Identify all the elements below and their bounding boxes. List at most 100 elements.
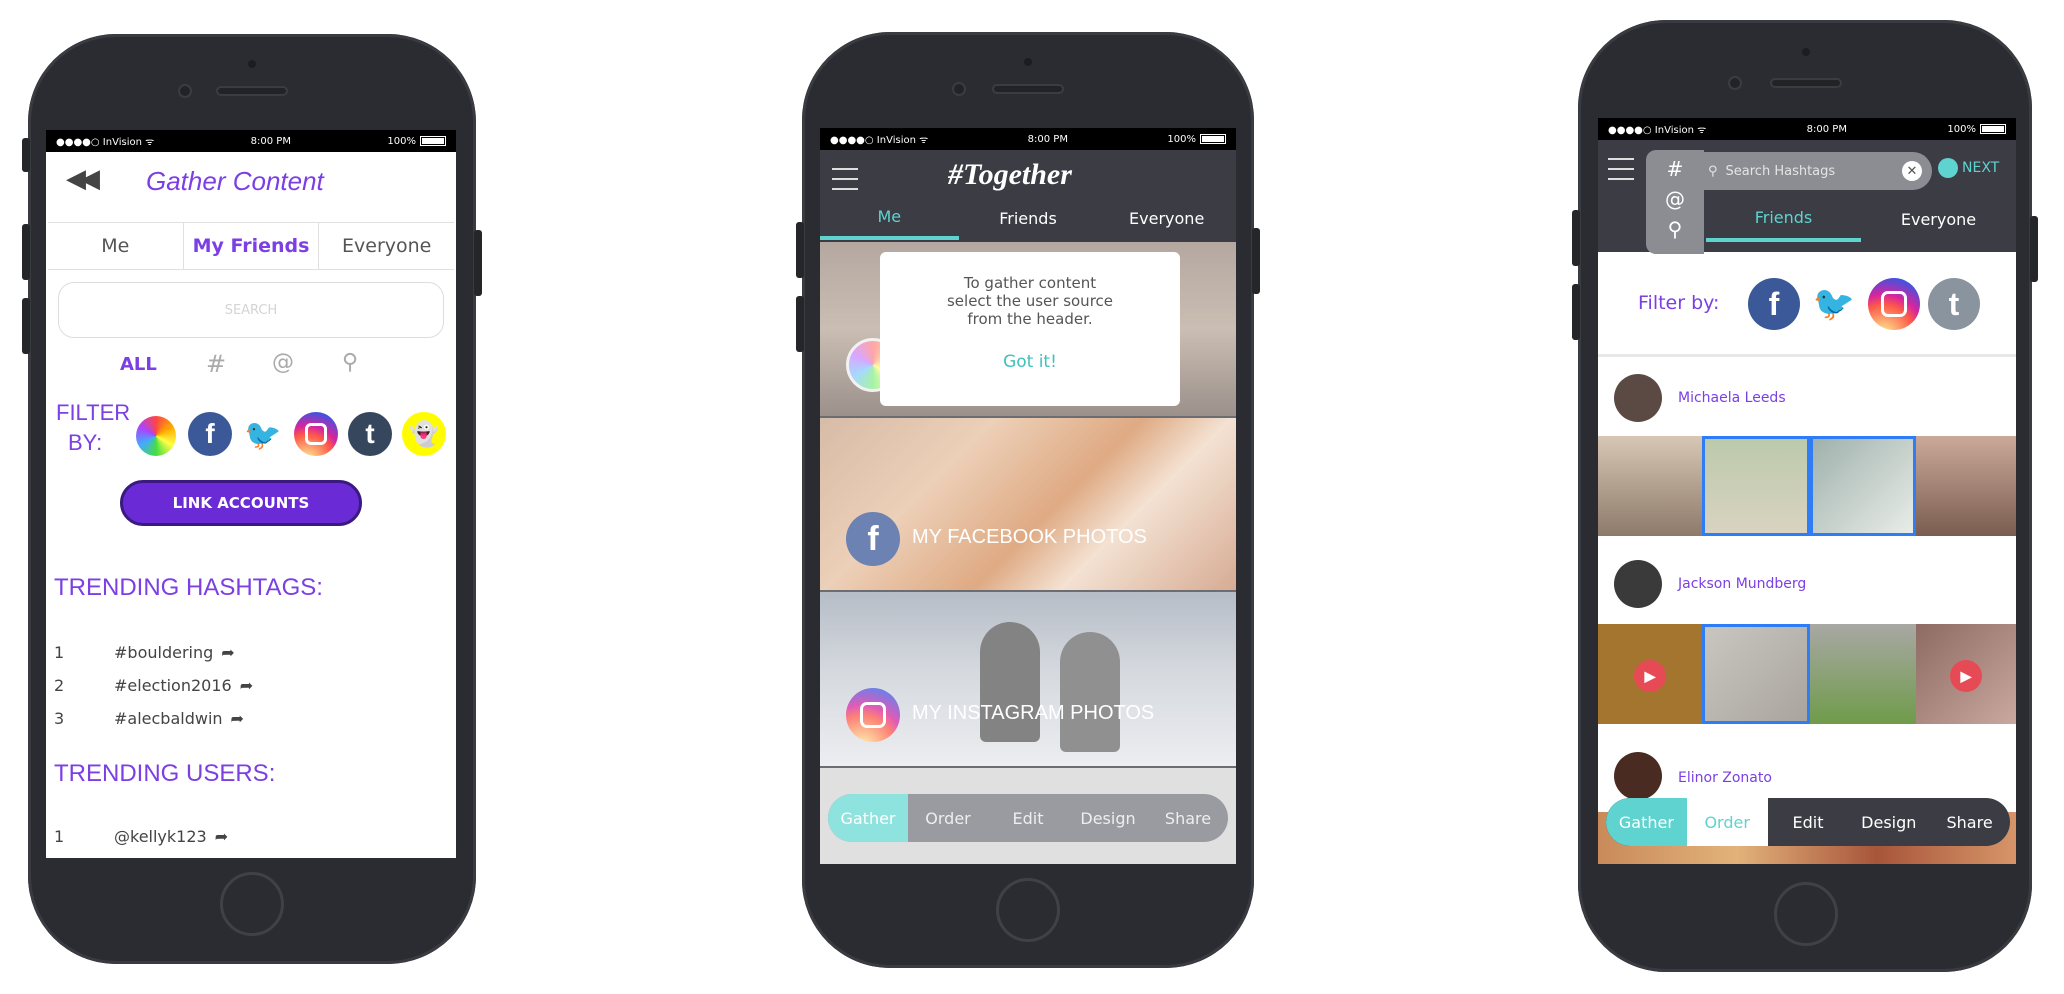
home-button[interactable] (1774, 882, 1838, 946)
battery-indicator: 100% (387, 135, 446, 147)
twitter-icon[interactable]: 🐦 (242, 414, 284, 456)
tumblr-icon[interactable]: t (348, 412, 392, 456)
photos-icon[interactable] (136, 416, 176, 456)
phone-2: ●●●●○ InVision ᯤ 8:00 PM 100% #Together … (796, 32, 1260, 968)
tab-friends[interactable]: Friends (1706, 196, 1861, 242)
step-share[interactable]: Share (1929, 798, 2010, 846)
step-order[interactable]: Order (908, 794, 988, 842)
tab-my-friends[interactable]: My Friends (184, 223, 320, 269)
tab-bar: Me My Friends Everyone (48, 222, 454, 270)
link-accounts-button[interactable]: LINK ACCOUNTS (120, 480, 362, 526)
status-bar: ●●●●○ InVision ᯤ 8:00 PM 100% (820, 128, 1236, 150)
hamburger-menu-icon[interactable] (832, 168, 858, 190)
step-edit[interactable]: Edit (1768, 798, 1849, 846)
rank: 2 (54, 676, 65, 695)
snapchat-icon[interactable]: 👻 (402, 412, 446, 456)
share-icon[interactable]: ➦ (215, 827, 228, 846)
step-share[interactable]: Share (1148, 794, 1228, 842)
instagram-icon[interactable] (1868, 278, 1920, 330)
step-design[interactable]: Design (1068, 794, 1148, 842)
photo-thumb[interactable]: ▶ (1916, 624, 2016, 724)
time-text: 8:00 PM (250, 135, 291, 147)
tab-bar: Friends Everyone (1706, 196, 2016, 242)
friend-name[interactable]: Jackson Mundberg (1678, 576, 1806, 592)
avatar[interactable] (1614, 374, 1662, 422)
hashtag-text: #alecbaldwin (114, 709, 223, 728)
search-input[interactable]: SEARCH (58, 282, 444, 338)
tumblr-icon[interactable]: t (1928, 278, 1980, 330)
got-it-button[interactable]: Got it! (880, 352, 1180, 372)
hashtag-source-icon[interactable]: # (1646, 154, 1704, 184)
tab-friends[interactable]: Friends (959, 196, 1098, 240)
share-icon[interactable]: ➦ (240, 676, 253, 695)
step-order[interactable]: Order (1686, 798, 1768, 846)
location-source-icon[interactable]: ⚲ (1646, 214, 1704, 244)
avatar[interactable] (1614, 560, 1662, 608)
phone-1: ●●●●○ InVision ᯤ 8:00 PM 100% ◀◀ Gather … (22, 34, 482, 964)
back-button[interactable]: ◀◀ (66, 164, 100, 194)
facebook-icon[interactable]: f (188, 412, 232, 456)
carrier-text: ●●●●○ InVision ᯤ (1608, 125, 1707, 136)
step-gather[interactable]: Gather (1606, 798, 1687, 846)
home-button[interactable] (220, 872, 284, 936)
time-text: 8:00 PM (1806, 123, 1847, 135)
play-icon[interactable]: ▶ (1950, 660, 1982, 692)
tab-everyone[interactable]: Everyone (1097, 196, 1236, 240)
filter-mention[interactable]: @ (272, 350, 294, 375)
photo-thumb[interactable] (1598, 436, 1702, 536)
tab-everyone[interactable]: Everyone (319, 223, 454, 269)
source-picker[interactable]: # @ ⚲ (1646, 150, 1704, 254)
clear-icon[interactable]: ✕ (1902, 161, 1922, 181)
photo-thumb[interactable]: ▶ (1598, 624, 1702, 724)
tab-me[interactable]: Me (820, 196, 959, 240)
user-handle: @kellyk123 (114, 827, 207, 846)
front-camera (952, 82, 966, 96)
sensor (248, 60, 256, 68)
hamburger-menu-icon[interactable] (1608, 158, 1634, 180)
tab-bar: Me Friends Everyone (820, 196, 1236, 240)
filter-all[interactable]: ALL (120, 354, 157, 375)
mention-source-icon[interactable]: @ (1646, 184, 1704, 214)
tab-me[interactable]: Me (48, 223, 184, 269)
search-bar: ⚲ Search Hashtags ✕ (1698, 152, 1932, 190)
hashtag-text: #election2016 (114, 676, 232, 695)
photo-thumb[interactable] (1916, 436, 2016, 536)
carrier-text: ●●●●○ InVision ᯤ (56, 137, 155, 148)
avatar[interactable] (1614, 752, 1662, 800)
share-icon[interactable]: ➦ (231, 709, 244, 728)
filter-hashtag[interactable]: # (206, 350, 226, 378)
photo-thumb-selected[interactable] (1702, 436, 1810, 536)
home-button[interactable] (996, 878, 1060, 942)
screen-3: ●●●●○ InVision ᯤ 8:00 PM 100% # @ ⚲ ⚲ Se… (1598, 118, 2016, 864)
search-input[interactable]: Search Hashtags (1726, 164, 1902, 179)
share-icon[interactable]: ➦ (221, 643, 234, 662)
twitter-icon[interactable]: 🐦 (1808, 278, 1860, 330)
filter-label: Filter by: (1638, 292, 1720, 314)
tooltip-line: from the header. (967, 310, 1093, 328)
step-bar: Gather Order Edit Design Share (828, 794, 1228, 842)
hashtag-list: 1 #bouldering ➦ 2 #election2016 ➦ 3 #alecbald… (54, 636, 434, 735)
step-gather[interactable]: Gather (828, 794, 908, 842)
filter-location[interactable]: ⚲ (342, 350, 358, 375)
friend-name[interactable]: Elinor Zonato (1678, 770, 1772, 786)
tooltip-line: select the user source (946, 292, 1114, 310)
friend-name[interactable]: Michaela Leeds (1678, 390, 1786, 406)
list-item[interactable]: 3 #alecbaldwin ➦ (54, 702, 434, 735)
page-title: Gather Content (146, 166, 324, 196)
list-item[interactable]: 1 #bouldering ➦ (54, 636, 434, 669)
facebook-icon[interactable]: f (1748, 278, 1800, 330)
status-bar: ●●●●○ InVision ᯤ 8:00 PM 100% (1598, 118, 2016, 140)
tab-everyone[interactable]: Everyone (1861, 196, 2016, 242)
photo-thumb[interactable] (1810, 624, 1916, 724)
photo-thumb-selected[interactable] (1702, 624, 1810, 724)
play-icon[interactable]: ▶ (1634, 660, 1666, 692)
instagram-icon[interactable] (294, 412, 338, 456)
step-design[interactable]: Design (1848, 798, 1929, 846)
front-camera (178, 84, 192, 98)
list-item[interactable]: 1 @kellyk123 ➦ (54, 820, 434, 853)
filter-label-2: BY: (68, 430, 103, 455)
step-edit[interactable]: Edit (988, 794, 1068, 842)
next-button[interactable]: NEXT (1938, 158, 1999, 178)
photo-thumb-selected[interactable] (1810, 436, 1916, 536)
list-item[interactable]: 2 #election2016 ➦ (54, 669, 434, 702)
